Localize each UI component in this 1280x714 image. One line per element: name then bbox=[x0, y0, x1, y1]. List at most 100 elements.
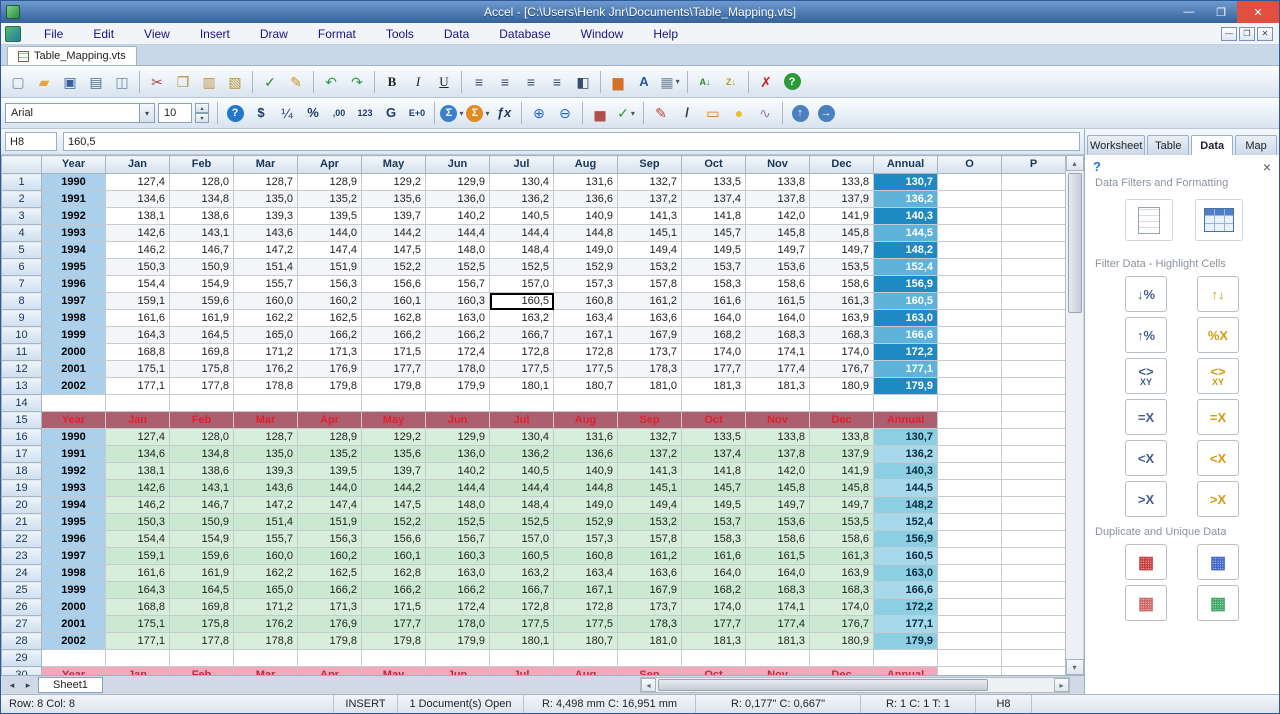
cell-K24[interactable]: 164,0 bbox=[682, 565, 746, 582]
cell-G21[interactable]: 152,5 bbox=[426, 514, 490, 531]
cell-O28[interactable] bbox=[938, 633, 1002, 650]
minimize-button[interactable]: — bbox=[1173, 1, 1205, 23]
cell-M14[interactable] bbox=[810, 395, 874, 412]
cell-M25[interactable]: 168,3 bbox=[810, 582, 874, 599]
cell-O9[interactable] bbox=[938, 310, 1002, 327]
print-preview-icon[interactable]: ◫ bbox=[110, 70, 134, 94]
cell-E30[interactable]: Apr bbox=[298, 667, 362, 676]
cell-H17[interactable]: 136,2 bbox=[490, 446, 554, 463]
cell-D30[interactable]: Mar bbox=[234, 667, 298, 676]
cell-A5[interactable]: 1994 bbox=[42, 242, 106, 259]
row-header-3[interactable]: 3 bbox=[2, 208, 42, 225]
column-header-jun[interactable]: Jun bbox=[426, 156, 490, 174]
row-header-6[interactable]: 6 bbox=[2, 259, 42, 276]
cell-F6[interactable]: 152,2 bbox=[362, 259, 426, 276]
row-header-10[interactable]: 10 bbox=[2, 327, 42, 344]
cell-N2[interactable]: 136,2 bbox=[874, 191, 938, 208]
cell-L17[interactable]: 137,8 bbox=[746, 446, 810, 463]
cell-C6[interactable]: 150,9 bbox=[170, 259, 234, 276]
cell-N1[interactable]: 130,7 bbox=[874, 174, 938, 191]
cell-P4[interactable] bbox=[1002, 225, 1066, 242]
column-header-apr[interactable]: Apr bbox=[298, 156, 362, 174]
cell-C5[interactable]: 146,7 bbox=[170, 242, 234, 259]
cell-F17[interactable]: 135,6 bbox=[362, 446, 426, 463]
cell-H14[interactable] bbox=[490, 395, 554, 412]
italic-icon[interactable]: I bbox=[406, 70, 430, 94]
data-format-button[interactable] bbox=[1195, 199, 1243, 241]
cell-N17[interactable]: 136,2 bbox=[874, 446, 938, 463]
cell-G19[interactable]: 144,4 bbox=[426, 480, 490, 497]
filter-greater-than-button[interactable]: >X bbox=[1125, 481, 1167, 517]
highlight-greater-than-button[interactable]: >X bbox=[1197, 481, 1239, 517]
cell-D11[interactable]: 171,2 bbox=[234, 344, 298, 361]
cell-A11[interactable]: 2000 bbox=[42, 344, 106, 361]
cell-reference-box[interactable]: H8 bbox=[5, 132, 57, 151]
cell-F7[interactable]: 156,6 bbox=[362, 276, 426, 293]
sort-ascending-icon[interactable]: A↓ bbox=[693, 70, 717, 94]
cell-E6[interactable]: 151,9 bbox=[298, 259, 362, 276]
cell-K3[interactable]: 141,8 bbox=[682, 208, 746, 225]
cell-A23[interactable]: 1997 bbox=[42, 548, 106, 565]
cell-A26[interactable]: 2000 bbox=[42, 599, 106, 616]
cell-O11[interactable] bbox=[938, 344, 1002, 361]
cell-E7[interactable]: 156,3 bbox=[298, 276, 362, 293]
cell-J19[interactable]: 145,1 bbox=[618, 480, 682, 497]
cell-K19[interactable]: 145,7 bbox=[682, 480, 746, 497]
cell-P8[interactable] bbox=[1002, 293, 1066, 310]
cell-G20[interactable]: 148,0 bbox=[426, 497, 490, 514]
cell-L2[interactable]: 137,8 bbox=[746, 191, 810, 208]
cell-K4[interactable]: 145,7 bbox=[682, 225, 746, 242]
cell-H20[interactable]: 148,4 bbox=[490, 497, 554, 514]
cell-N9[interactable]: 163,0 bbox=[874, 310, 938, 327]
cell-B14[interactable] bbox=[106, 395, 170, 412]
cell-N30[interactable]: Annual bbox=[874, 667, 938, 676]
cell-O22[interactable] bbox=[938, 531, 1002, 548]
currency-format-icon[interactable]: $ bbox=[249, 101, 273, 125]
cell-P19[interactable] bbox=[1002, 480, 1066, 497]
filter-between-button[interactable]: <>XY bbox=[1125, 358, 1167, 394]
cell-M6[interactable]: 153,5 bbox=[810, 259, 874, 276]
column-header-mar[interactable]: Mar bbox=[234, 156, 298, 174]
paste-icon[interactable]: ▥ bbox=[197, 70, 221, 94]
highlight-less-than-button[interactable]: <X bbox=[1197, 440, 1239, 476]
cell-B7[interactable]: 154,4 bbox=[106, 276, 170, 293]
cell-K21[interactable]: 153,7 bbox=[682, 514, 746, 531]
cell-I18[interactable]: 140,9 bbox=[554, 463, 618, 480]
cell-E15[interactable]: Apr bbox=[298, 412, 362, 429]
cell-B17[interactable]: 134,6 bbox=[106, 446, 170, 463]
highlight-equal-button[interactable]: =X bbox=[1197, 399, 1239, 435]
row-header-8[interactable]: 8 bbox=[2, 293, 42, 310]
cell-N6[interactable]: 152,4 bbox=[874, 259, 938, 276]
cell-G24[interactable]: 163,0 bbox=[426, 565, 490, 582]
cell-E22[interactable]: 156,3 bbox=[298, 531, 362, 548]
cell-P21[interactable] bbox=[1002, 514, 1066, 531]
open-folder-icon[interactable]: ▰ bbox=[32, 70, 56, 94]
cell-I20[interactable]: 149,0 bbox=[554, 497, 618, 514]
merge-cells-icon[interactable]: ◧ bbox=[571, 70, 595, 94]
print-icon[interactable]: ▤ bbox=[84, 70, 108, 94]
cell-F28[interactable]: 179,8 bbox=[362, 633, 426, 650]
cell-C4[interactable]: 143,1 bbox=[170, 225, 234, 242]
cell-A21[interactable]: 1995 bbox=[42, 514, 106, 531]
cell-F22[interactable]: 156,6 bbox=[362, 531, 426, 548]
cell-C1[interactable]: 128,0 bbox=[170, 174, 234, 191]
cell-A15[interactable]: Year bbox=[42, 412, 106, 429]
cell-I2[interactable]: 136,6 bbox=[554, 191, 618, 208]
cell-C10[interactable]: 164,5 bbox=[170, 327, 234, 344]
cell-K20[interactable]: 149,5 bbox=[682, 497, 746, 514]
cell-E11[interactable]: 171,3 bbox=[298, 344, 362, 361]
cell-O24[interactable] bbox=[938, 565, 1002, 582]
cell-F27[interactable]: 177,7 bbox=[362, 616, 426, 633]
cell-P22[interactable] bbox=[1002, 531, 1066, 548]
panel-tab-map[interactable]: Map bbox=[1235, 135, 1277, 155]
cell-L8[interactable]: 161,5 bbox=[746, 293, 810, 310]
dropdown-arrow-icon[interactable]: ▾ bbox=[631, 109, 635, 118]
column-header-dec[interactable]: Dec bbox=[810, 156, 874, 174]
cell-N14[interactable] bbox=[874, 395, 938, 412]
cell-B23[interactable]: 159,1 bbox=[106, 548, 170, 565]
cell-B8[interactable]: 159,1 bbox=[106, 293, 170, 310]
cell-H8[interactable]: 160,5 bbox=[490, 293, 554, 310]
cell-M27[interactable]: 176,7 bbox=[810, 616, 874, 633]
menu-format[interactable]: Format bbox=[303, 23, 371, 44]
cell-J30[interactable]: Sep bbox=[618, 667, 682, 676]
